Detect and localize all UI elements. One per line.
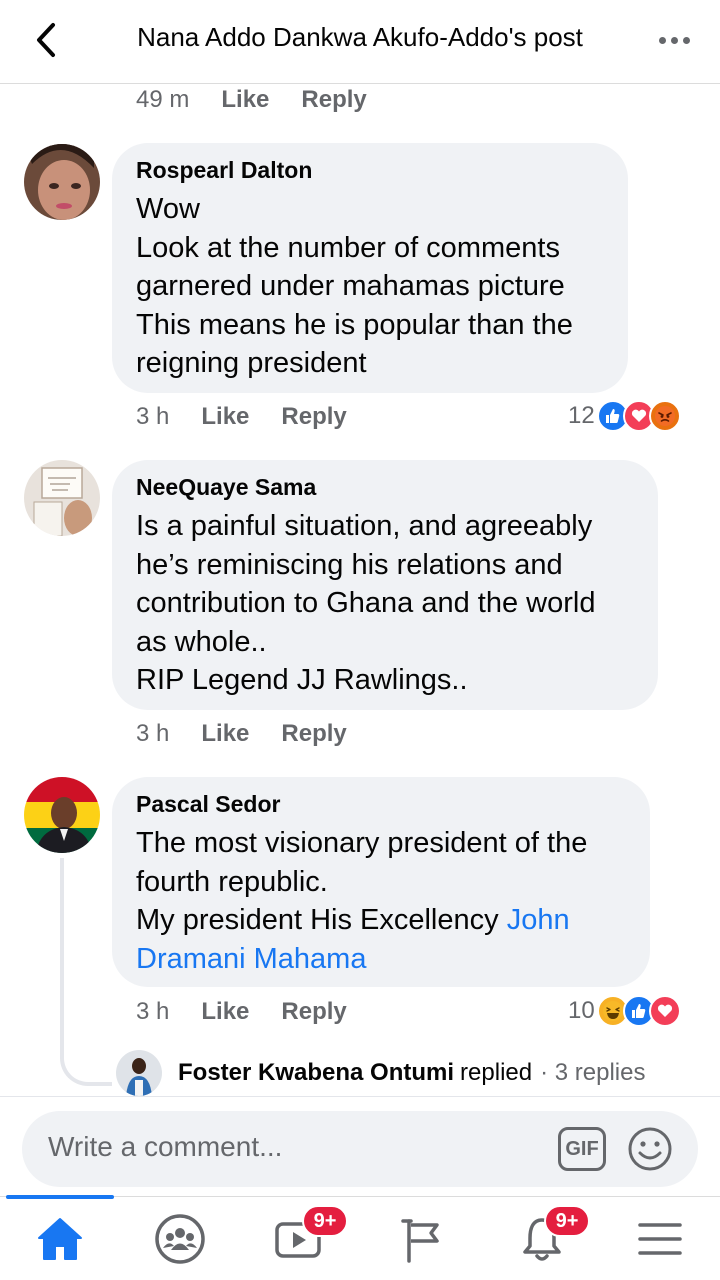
more-options-button[interactable] bbox=[654, 24, 694, 56]
tab-groups[interactable] bbox=[144, 1209, 216, 1269]
reply-count: · 3 replies bbox=[540, 1059, 646, 1086]
menu-icon bbox=[638, 1223, 682, 1255]
comment-author[interactable]: Rospearl Dalton bbox=[136, 157, 604, 184]
comment-line: This means he is popular than the bbox=[136, 308, 573, 341]
comment-line: Look at the number of comments bbox=[136, 231, 560, 264]
top-app-bar: Nana Addo Dankwa Akufo-Addo's post bbox=[0, 0, 720, 84]
comment-meta-row: 3 h Like Reply bbox=[136, 998, 379, 1026]
dot-icon bbox=[658, 36, 666, 44]
comment-time: 49 m bbox=[136, 86, 190, 113]
comment-line: Wow bbox=[136, 193, 200, 225]
comment-time: 3 h bbox=[136, 403, 170, 430]
groups-icon bbox=[155, 1214, 205, 1264]
comment-line: as whole.. bbox=[136, 625, 267, 658]
comment-composer-bar: Write a comment... GIF bbox=[0, 1096, 720, 1200]
comment-line: garnered under mahamas picture bbox=[136, 270, 565, 302]
comment-line: RIP Legend JJ Rawlings.. bbox=[136, 664, 468, 696]
like-link[interactable]: Like bbox=[221, 86, 269, 114]
home-icon bbox=[38, 1218, 82, 1260]
view-replies-link[interactable]: Foster Kwabena Ontumi replied · 3 replie… bbox=[116, 1050, 645, 1096]
dot-icon bbox=[682, 36, 690, 44]
comment-line: My president His Excellency John bbox=[136, 901, 626, 940]
watch-badge: 9+ bbox=[302, 1205, 348, 1237]
angry-icon bbox=[648, 400, 681, 432]
comment-author[interactable]: NeeQuaye Sama bbox=[136, 474, 634, 501]
reaction-summary[interactable]: 12 bbox=[568, 400, 681, 432]
comment-input[interactable]: Write a comment... GIF bbox=[22, 1111, 698, 1187]
comment-time: 3 h bbox=[136, 998, 170, 1025]
reply-avatar bbox=[116, 1050, 162, 1096]
mention-link[interactable]: Dramani Mahama bbox=[136, 940, 626, 979]
comment-author[interactable]: Pascal Sedor bbox=[136, 791, 626, 818]
mention-link[interactable]: John bbox=[507, 904, 570, 936]
reaction-count: 10 bbox=[568, 997, 595, 1024]
comment-line: fourth republic. bbox=[136, 865, 328, 898]
gif-button[interactable]: GIF bbox=[558, 1127, 606, 1171]
avatar[interactable] bbox=[24, 144, 100, 220]
tab-menu[interactable] bbox=[624, 1209, 696, 1269]
like-link[interactable]: Like bbox=[201, 720, 249, 748]
smiley-icon bbox=[628, 1127, 672, 1171]
tab-home[interactable] bbox=[24, 1209, 96, 1269]
reaction-summary[interactable]: 10 bbox=[568, 995, 681, 1027]
tab-pages[interactable] bbox=[386, 1209, 458, 1269]
tab-watch[interactable]: 9+ bbox=[264, 1205, 348, 1269]
comment-bubble[interactable]: Pascal Sedor The most visionary presiden… bbox=[112, 777, 650, 987]
comment-meta-row: 3 h Like Reply bbox=[136, 720, 379, 748]
comment-line: he’s reminiscing his relations and bbox=[136, 548, 563, 581]
comment-line: The most visionary president of the bbox=[136, 827, 588, 859]
tab-notifications[interactable]: 9+ bbox=[506, 1205, 590, 1269]
comment-bubble[interactable]: Rospearl Dalton Wow Look at the number o… bbox=[112, 143, 628, 393]
reply-link[interactable]: Reply bbox=[281, 720, 346, 748]
love-icon bbox=[648, 995, 681, 1027]
flag-icon bbox=[401, 1219, 439, 1263]
reaction-count: 12 bbox=[568, 402, 595, 429]
comment-text: Wow Look at the number of comments garne… bbox=[136, 190, 604, 383]
emoji-button[interactable] bbox=[626, 1125, 674, 1173]
reply-link[interactable]: Reply bbox=[281, 998, 346, 1026]
comment-meta-row: 3 h Like Reply bbox=[136, 403, 379, 431]
reply-link[interactable]: Reply bbox=[301, 86, 366, 114]
bottom-tab-bar: 9+ 9+ bbox=[0, 1195, 720, 1280]
comment-line: Is a painful situation, and agreeably bbox=[136, 510, 593, 542]
avatar[interactable] bbox=[24, 460, 100, 536]
like-link[interactable]: Like bbox=[201, 998, 249, 1026]
dot-icon bbox=[670, 36, 678, 44]
active-tab-indicator bbox=[6, 1195, 114, 1199]
comment-text: Is a painful situation, and agreeably he… bbox=[136, 507, 634, 700]
comment-line: reigning president bbox=[136, 347, 367, 379]
like-link[interactable]: Like bbox=[201, 403, 249, 431]
reply-author: Foster Kwabena Ontumi bbox=[178, 1059, 455, 1086]
reply-link[interactable]: Reply bbox=[281, 403, 346, 431]
comment-line: contribution to Ghana and the world bbox=[136, 587, 596, 619]
reply-thread-line bbox=[60, 858, 112, 1086]
page-title: Nana Addo Dankwa Akufo-Addo's post bbox=[137, 22, 583, 52]
comment-placeholder: Write a comment... bbox=[48, 1131, 283, 1162]
comment-text: The most visionary president of the four… bbox=[136, 824, 626, 978]
reply-verb: replied bbox=[460, 1059, 533, 1086]
avatar[interactable] bbox=[24, 777, 100, 853]
notifications-badge: 9+ bbox=[544, 1205, 590, 1237]
comment-time: 3 h bbox=[136, 720, 170, 747]
comment-line-text: My president His Excellency bbox=[136, 904, 507, 936]
comment-bubble[interactable]: NeeQuaye Sama Is a painful situation, an… bbox=[112, 460, 658, 710]
comment-meta-row: 49 m Like Reply bbox=[136, 86, 399, 114]
